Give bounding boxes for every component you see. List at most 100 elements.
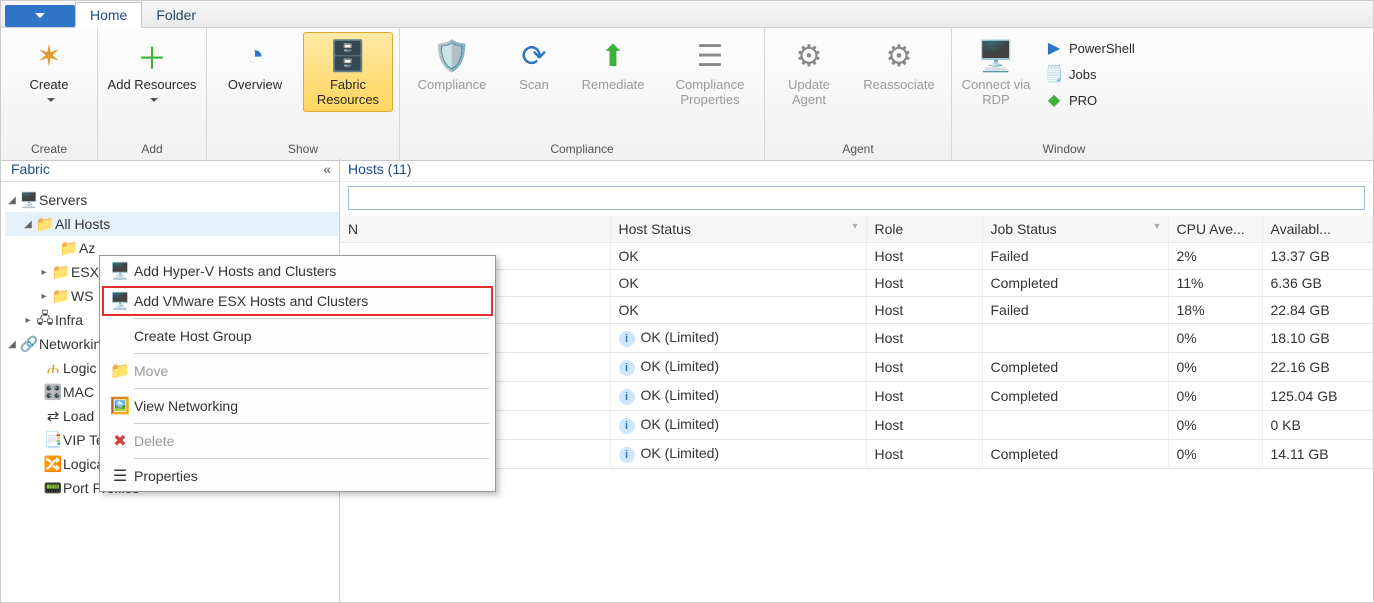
ribbon-group-window: 🖥️ Connect via RDP ▶ PowerShell 🗒️ Jobs … [952,28,1176,160]
cell-avail: 13.37 GB [1262,243,1373,270]
cell-job: Completed [982,382,1168,411]
delete-icon: ✖ [106,431,134,451]
group-label-agent: Agent [842,140,873,160]
ctx-add-vmware[interactable]: 🖥️Add VMware ESX Hosts and Clusters [100,286,495,316]
folder-icon: 📁 [51,287,71,305]
info-icon: i [619,389,635,405]
monitor-icon: 🖥️ [977,37,1015,75]
network-icon: 🔗 [19,335,39,353]
ctx-view-networking[interactable]: 🖼️View Networking [100,391,495,421]
cell-role: Host [866,411,982,440]
ctx-add-hyperv[interactable]: 🖥️Add Hyper-V Hosts and Clusters [100,256,495,286]
cell-status: OK [610,243,866,270]
powershell-button[interactable]: ▶ PowerShell [1040,36,1170,60]
lb-icon: ⇄ [43,407,63,425]
tab-home[interactable]: Home [75,2,142,28]
create-button[interactable]: ✶ Create [7,32,91,112]
folder-move-icon: 📁 [106,361,134,381]
cell-job [982,324,1168,353]
cell-avail: 6.36 GB [1262,270,1373,297]
fabric-resources-button[interactable]: 🗄️ Fabric Resources [303,32,393,112]
server-stack-icon: 🗄️ [329,37,367,75]
properties-icon: ☰ [691,37,729,75]
cell-avail: 14.11 GB [1262,440,1373,469]
cell-job: Completed [982,440,1168,469]
cell-role: Host [866,297,982,324]
ribbon-group-add: ＋ Add Resources Add [98,28,207,160]
pro-button[interactable]: ◆ PRO [1040,88,1170,112]
ctx-move: 📁Move [100,356,495,386]
cell-job: Failed [982,297,1168,324]
server-add-icon: 🖥️ [106,261,134,281]
cell-job: Completed [982,353,1168,382]
ribbon-group-agent: ⚙ Update Agent ⚙ Reassociate Agent [765,28,952,160]
col-role[interactable]: Role [866,216,982,243]
cell-status: iOK (Limited) [610,411,866,440]
col-avail[interactable]: Availabl... [1262,216,1373,243]
cell-cpu: 0% [1168,440,1262,469]
cell-status: iOK (Limited) [610,324,866,353]
ctx-create-host-group[interactable]: Create Host Group [100,321,495,351]
cell-avail: 125.04 GB [1262,382,1373,411]
gear-icon: ⚙ [880,37,918,75]
compliance-button: 🛡️ Compliance [406,32,498,97]
tab-folder[interactable]: Folder [142,3,210,27]
add-resources-button[interactable]: ＋ Add Resources [104,32,200,112]
sidebar-collapse-icon[interactable]: « [323,161,331,177]
group-label-window: Window [1043,140,1086,160]
cell-role: Host [866,440,982,469]
refresh-icon: ⟳ [515,37,553,75]
filter-input[interactable] [348,186,1365,210]
arrow-up-icon: ⬆ [594,37,632,75]
group-label-create: Create [31,140,67,160]
ctx-sep [134,458,489,459]
jobs-icon: 🗒️ [1045,65,1063,83]
properties-icon: ☰ [106,466,134,486]
cell-cpu: 18% [1168,297,1262,324]
col-cpu[interactable]: CPU Ave... [1168,216,1262,243]
cell-status: OK [610,270,866,297]
sidebar-title: Fabric [11,161,50,177]
col-status[interactable]: Host Status▾ [610,216,866,243]
overview-button[interactable]: ◔ Overview [213,32,297,97]
folder-icon: 📁 [35,215,55,233]
infra-icon: 🖧 [35,308,55,333]
update-agent-button: ⚙ Update Agent [771,32,847,112]
cell-job [982,411,1168,440]
vip-icon: 📑 [43,431,63,449]
ctx-delete: ✖Delete [100,426,495,456]
cell-avail: 22.16 GB [1262,353,1373,382]
cell-cpu: 0% [1168,411,1262,440]
tree-servers[interactable]: ◢🖥️Servers [5,188,339,212]
folder-icon: 📁 [51,263,71,281]
ribbon-group-create: ✶ Create Create [1,28,98,160]
powershell-icon: ▶ [1045,39,1063,57]
gear-up-icon: ⚙ [790,37,828,75]
cell-status: iOK (Limited) [610,353,866,382]
cell-job: Completed [982,270,1168,297]
cell-avail: 22.84 GB [1262,297,1373,324]
logic-icon: ሐ [43,360,63,377]
col-job[interactable]: Job Status▾ [982,216,1168,243]
context-menu[interactable]: 🖥️Add Hyper-V Hosts and Clusters 🖥️Add V… [99,255,496,492]
connect-rdp-button: 🖥️ Connect via RDP [958,32,1034,112]
cell-role: Host [866,382,982,411]
cell-cpu: 0% [1168,382,1262,411]
system-menu[interactable] [5,5,75,27]
cell-role: Host [866,270,982,297]
main-title: Hosts (11) [340,159,1373,182]
ctx-properties[interactable]: ☰Properties [100,461,495,491]
pro-icon: ◆ [1045,91,1063,109]
cell-role: Host [866,353,982,382]
compliance-properties-button: ☰ Compliance Properties [662,32,758,112]
info-icon: i [619,360,635,376]
group-label-add: Add [141,140,162,160]
col-name[interactable]: N [340,216,610,243]
jobs-button[interactable]: 🗒️ Jobs [1040,62,1170,86]
port-icon: 📟 [43,479,63,497]
grid-header-row[interactable]: N Host Status▾ Role Job Status▾ CPU Ave.… [340,216,1373,243]
star-icon: ✶ [30,37,68,75]
cell-cpu: 2% [1168,243,1262,270]
info-icon: i [619,418,635,434]
tree-all-hosts[interactable]: ◢📁All Hosts [5,212,339,236]
